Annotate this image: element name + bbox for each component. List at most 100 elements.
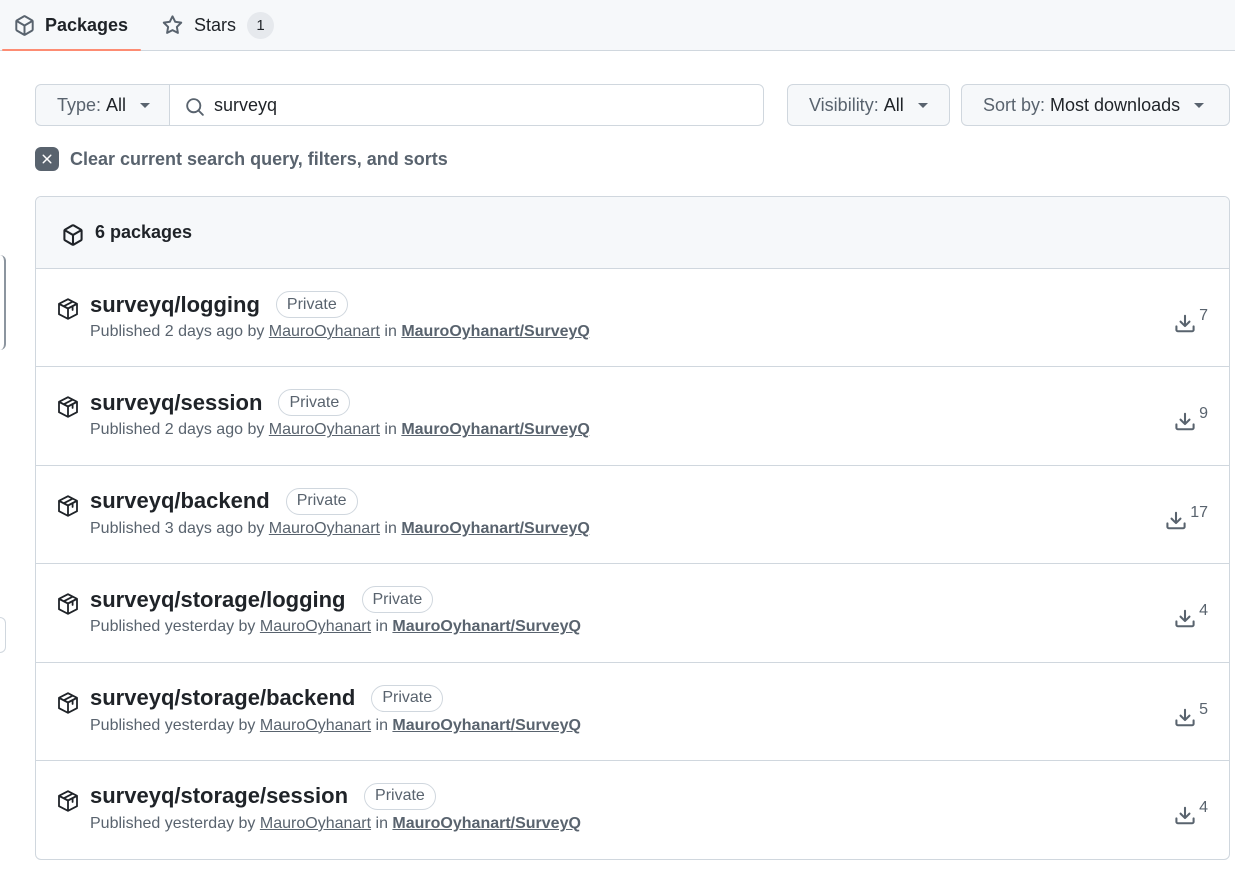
author-link[interactable]: MauroOyhanart [269,520,380,537]
repository-link[interactable]: MauroOyhanart/SurveyQ [392,717,581,734]
clear-filters-label: Clear current search query, filters, and… [70,148,448,169]
package-search[interactable] [169,84,764,126]
package-row: surveyq/logging Private Published 2 days… [36,269,1229,368]
download-icon [1165,510,1187,532]
download-count-value: 7 [1199,307,1208,324]
package-name-link[interactable]: surveyq/storage/backend [90,685,355,711]
visibility-badge: Private [278,389,351,417]
package-row: surveyq/storage/logging Private Publishe… [36,564,1229,663]
package-name-link[interactable]: surveyq/storage/logging [90,587,346,613]
package-name-link[interactable]: surveyq/backend [90,488,270,514]
published-text: Published yesterday by [90,814,256,832]
in-text: in [384,323,397,340]
repository-link[interactable]: MauroOyhanart/SurveyQ [392,815,581,832]
package-title-line: surveyq/storage/session Private [90,782,436,810]
type-filter-label: Type: [57,94,102,115]
visibility-badge: Private [364,782,436,810]
download-count-value: 9 [1199,405,1208,423]
download-count-value: 17 [1190,503,1208,521]
repository-link[interactable]: MauroOyhanart/SurveyQ [392,618,581,635]
repository-link[interactable]: MauroOyhanart/SurveyQ [401,520,590,537]
package-icon [14,14,35,36]
container-package-icon [56,691,80,715]
package-name-link[interactable]: surveyq/logging [90,292,260,318]
author-link[interactable]: MauroOyhanart [260,815,371,832]
download-count-value: 4 [1199,798,1208,816]
package-row: surveyq/backend Private Published 3 days… [36,466,1229,565]
repository-link[interactable]: MauroOyhanart/SurveyQ [401,323,590,340]
container-package-icon [56,297,80,321]
published-text: Published yesterday by [90,716,256,734]
close-icon [35,147,59,171]
package-meta: Published yesterday by MauroOyhanart in … [90,618,581,636]
page-edge-fragment [0,255,6,350]
page-edge-fragment [0,617,6,653]
download-count: 7 [1174,307,1208,335]
package-title-line: surveyq/backend Private [90,487,358,515]
visibility-filter-label: Visibility: [809,94,879,115]
published-text: Published 2 days ago by [90,421,265,439]
stars-counter: 1 [247,11,275,39]
clear-filters-link[interactable]: Clear current search query, filters, and… [35,147,448,171]
type-filter-value: All [106,94,127,115]
package-name-link[interactable]: surveyq/storage/session [90,783,348,809]
container-package-icon [56,592,80,616]
download-icon [1174,707,1196,729]
in-text: in [384,421,397,439]
visibility-badge: Private [285,487,358,515]
sort-label: Sort by: [983,94,1046,115]
tab-stars-label: Stars [194,14,237,35]
published-text: Published yesterday by [90,618,256,636]
download-count-value: 4 [1199,602,1208,620]
visibility-filter-button[interactable]: Visibility: All [787,84,950,126]
visibility-badge: Private [275,291,348,318]
download-icon [1174,608,1196,630]
package-title-line: surveyq/logging Private [90,291,348,318]
visibility-badge: Private [371,684,444,712]
in-text: in [384,519,397,537]
profile-tab-bar: Packages Stars 1 [0,0,1235,51]
search-input[interactable] [214,94,754,116]
download-count: 4 [1174,602,1208,630]
package-name-link[interactable]: surveyq/session [90,390,262,416]
package-title-line: surveyq/storage/logging Private [90,586,434,614]
author-link[interactable]: MauroOyhanart [269,421,380,438]
container-package-icon [56,789,80,813]
download-icon [1174,805,1196,827]
tab-packages[interactable]: Packages [2,0,141,51]
download-icon [1174,313,1196,335]
package-icon [62,223,84,246]
author-link[interactable]: MauroOyhanart [269,323,380,340]
repository-link[interactable]: MauroOyhanart/SurveyQ [401,421,590,438]
package-meta: Published 2 days ago by MauroOyhanart in… [90,421,590,439]
tab-packages-label: Packages [45,14,129,35]
published-text: Published 3 days ago by [90,519,265,537]
package-row: surveyq/session Private Published 2 days… [36,367,1229,466]
tab-stars[interactable]: Stars 1 [162,0,275,50]
package-meta: Published 2 days ago by MauroOyhanart in… [90,323,590,341]
package-row: surveyq/storage/session Private Publishe… [36,761,1229,859]
in-text: in [375,814,388,832]
published-text: Published 2 days ago by [90,323,265,340]
container-package-icon [56,395,80,419]
sort-button[interactable]: Sort by: Most downloads [961,84,1230,126]
type-filter-button[interactable]: Type: All [35,84,171,126]
visibility-filter-value: All [883,94,904,115]
chevron-down-icon [1194,102,1205,108]
package-meta: Published 3 days ago by MauroOyhanart in… [90,520,590,538]
visibility-badge: Private [361,586,434,614]
author-link[interactable]: MauroOyhanart [260,717,371,734]
sort-value: Most downloads [1050,94,1181,115]
download-count: 9 [1174,405,1208,433]
chevron-down-icon [917,102,928,108]
package-list: 6 packages surveyq/logging Private Publi… [35,196,1230,860]
in-text: in [375,716,388,734]
download-count-value: 5 [1199,700,1208,718]
search-icon [185,97,205,117]
download-icon [1174,411,1196,433]
download-count: 4 [1174,799,1208,827]
star-icon [162,14,183,36]
author-link[interactable]: MauroOyhanart [260,618,371,635]
package-title-line: surveyq/session Private [90,389,351,417]
package-title-line: surveyq/storage/backend Private [90,684,444,712]
